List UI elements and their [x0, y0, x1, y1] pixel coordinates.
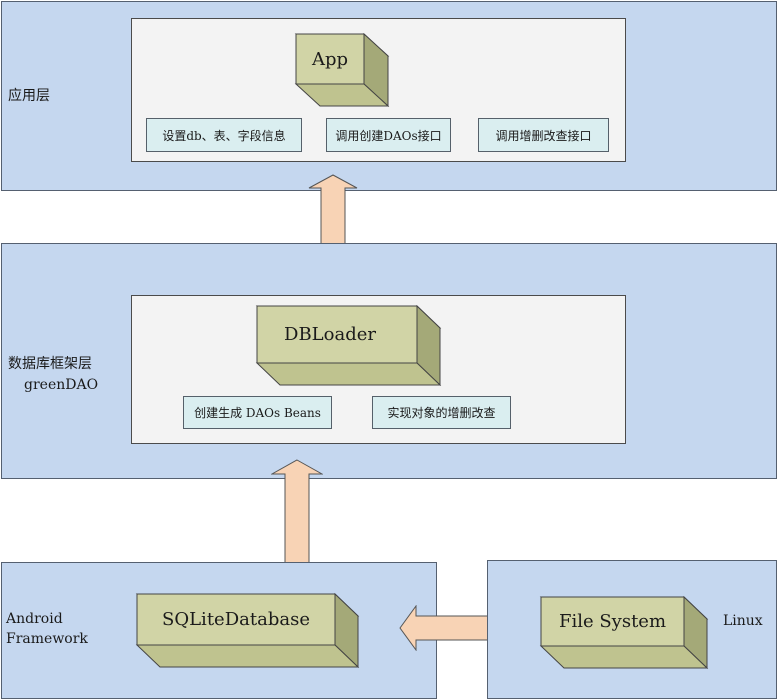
- sqlite-box: SQLiteDatabase: [135, 592, 360, 669]
- app-box-label: App: [311, 48, 349, 70]
- framework-layer-sublabel: greenDAO: [24, 377, 99, 393]
- app-chip-crud: 调用增删改查接口: [478, 118, 609, 152]
- android-layer-label: Android: [6, 611, 63, 627]
- app-box: App: [294, 32, 390, 108]
- dbloader-box: DBLoader: [255, 304, 442, 387]
- app-chip-config: 设置db、表、字段信息: [146, 118, 302, 152]
- linux-layer-label: Linux: [723, 613, 763, 629]
- framework-chip-generate: 创建生成 DAOs Beans: [183, 396, 332, 429]
- dbloader-box-label: DBLoader: [284, 324, 376, 345]
- sqlite-box-label: SQLiteDatabase: [162, 609, 310, 630]
- android-layer-sublabel: Framework: [6, 631, 88, 647]
- framework-chip-crud: 实现对象的增删改查: [372, 396, 511, 429]
- app-chip-create-daos: 调用创建DAOs接口: [326, 118, 451, 152]
- framework-layer-label: 数据库框架层: [8, 356, 92, 372]
- app-layer-label: 应用层: [8, 88, 50, 104]
- filesystem-box-label: File System: [558, 611, 667, 632]
- filesystem-box: File System: [539, 595, 709, 670]
